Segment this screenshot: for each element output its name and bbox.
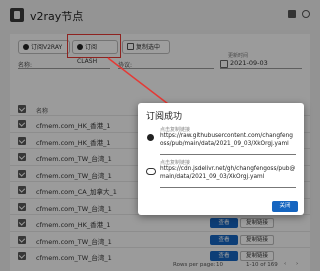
close-button[interactable]: 关闭 — [272, 201, 298, 212]
link1-field[interactable]: https://raw.githubusercontent.com/changf… — [160, 132, 296, 148]
link2-underline — [160, 187, 296, 188]
subscribe-success-dialog: 订阅成功 点击复制链接 https://raw.githubuserconten… — [138, 103, 304, 215]
link1-underline — [160, 154, 296, 155]
github-icon — [147, 134, 154, 141]
dialog-title: 订阅成功 — [146, 112, 183, 122]
link2-field[interactable]: https://cdn.jsdelivr.net/gh/changfengoss… — [160, 165, 296, 181]
cloud-icon — [146, 168, 156, 175]
